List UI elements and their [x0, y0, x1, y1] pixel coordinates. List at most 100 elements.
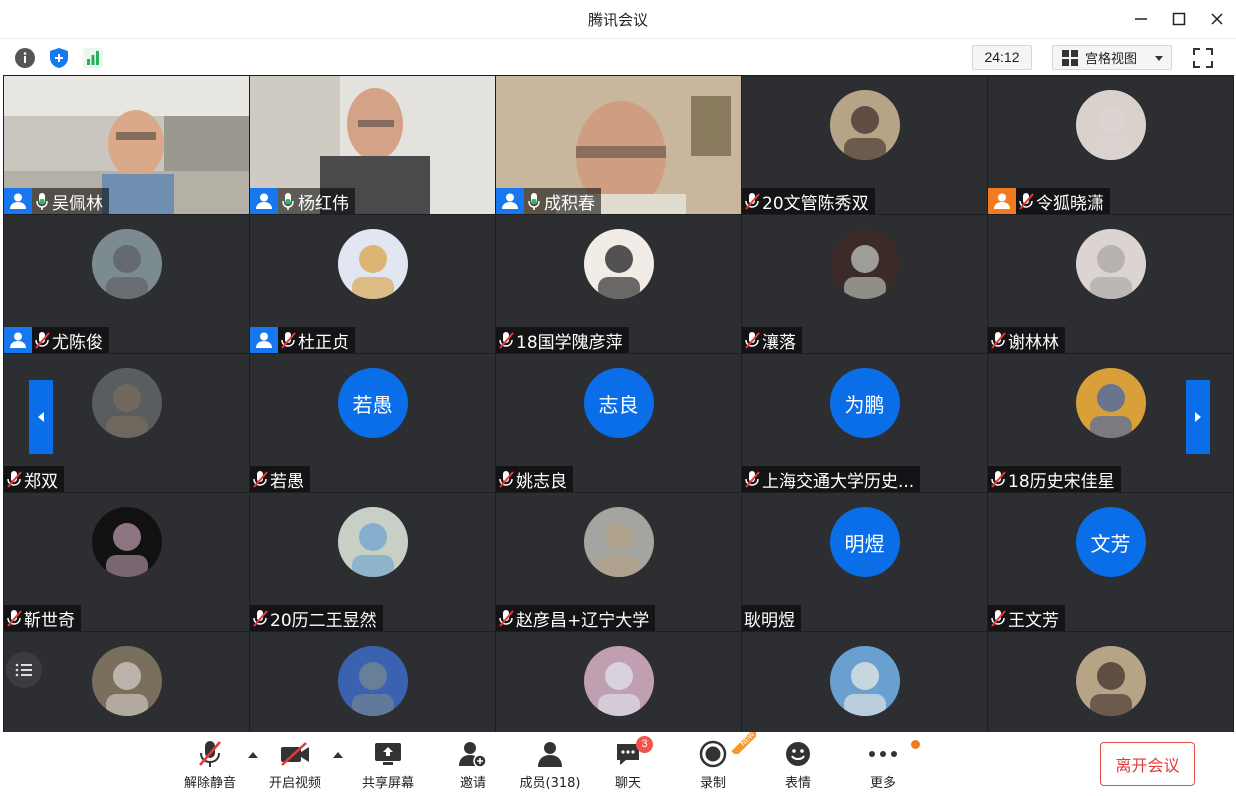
unmute-button[interactable]: 解除静音 — [174, 738, 246, 791]
participant-tile[interactable] — [496, 632, 741, 737]
chevron-left-icon — [38, 412, 44, 422]
avatar-image — [91, 368, 162, 438]
participant-tile[interactable]: 明煜 耿明煜 — [742, 493, 987, 631]
avatar: 若愚 — [337, 368, 408, 438]
mic-status — [32, 188, 52, 214]
mic-status — [32, 327, 52, 353]
add-user-icon — [459, 742, 487, 768]
view-selector[interactable]: 宫格视图 — [1052, 45, 1172, 70]
avatar — [91, 368, 162, 438]
participant-tile[interactable]: 吴佩林 — [4, 76, 249, 214]
avatar — [1075, 229, 1146, 299]
participant-name-bar: 靳世奇 — [4, 605, 81, 631]
unmute-label: 解除静音 — [183, 776, 236, 791]
leave-meeting-button[interactable]: 离开会议 — [1100, 742, 1195, 786]
avatar-image — [1075, 90, 1146, 160]
participant-name-bar: 王文芳 — [988, 605, 1065, 631]
mic-muted-icon — [7, 610, 22, 627]
participant-name-bar: 若愚 — [250, 466, 310, 492]
security-button[interactable] — [48, 47, 70, 69]
emoji-label: 表情 — [784, 776, 811, 791]
participant-tile[interactable] — [250, 632, 495, 737]
emoji-button[interactable]: 表情 — [762, 738, 834, 791]
participant-name: 上海交通大学历史... — [762, 471, 915, 492]
mic-muted-icon — [991, 332, 1006, 349]
participant-name-bar: 吴佩林 — [4, 188, 109, 214]
participant-tile[interactable]: 20历二王昱然 — [250, 493, 495, 631]
network-status-button[interactable] — [82, 47, 104, 69]
mic-status — [496, 327, 516, 353]
mic-muted-icon — [199, 741, 221, 767]
participant-tile[interactable]: 18国学隗彦萍 — [496, 215, 741, 353]
mic-status — [988, 327, 1008, 353]
meeting-timer: 24:12 — [972, 45, 1032, 70]
participant-name-bar: 谢林林 — [988, 327, 1065, 353]
info-button[interactable] — [14, 47, 36, 69]
mic-muted-icon — [35, 332, 50, 349]
participant-name-bar: 赵彦昌+辽宁大学 — [496, 605, 656, 631]
video-options-caret[interactable] — [333, 752, 343, 758]
members-button[interactable]: 成员(318) — [514, 738, 586, 791]
participant-tile[interactable]: 若愚 若愚 — [250, 354, 495, 492]
participant-tile[interactable]: 尤陈俊 — [4, 215, 249, 353]
participant-tile[interactable]: 赵彦昌+辽宁大学 — [496, 493, 741, 631]
close-button[interactable] — [1202, 6, 1232, 32]
mic-status — [742, 327, 762, 353]
close-icon — [1211, 13, 1223, 25]
participant-tile[interactable]: 靳世奇 — [4, 493, 249, 631]
invite-button[interactable]: 邀请 — [437, 738, 509, 791]
participant-name-bar: 成积春 — [496, 188, 601, 214]
minimize-button[interactable] — [1126, 6, 1156, 32]
mic-status — [278, 188, 298, 214]
participant-name-bar: 上海交通大学历史... — [742, 466, 921, 492]
participant-name: 令狐晓潇 — [1036, 193, 1104, 214]
audio-options-caret[interactable] — [248, 752, 258, 758]
mic-status — [742, 466, 762, 492]
fullscreen-button[interactable] — [1192, 47, 1214, 69]
avatar-image — [337, 229, 408, 299]
start-video-button[interactable]: 开启视频 — [259, 738, 331, 791]
participant-tile[interactable]: 谢林林 — [988, 215, 1233, 353]
chat-button[interactable]: 3 聊天 — [592, 736, 664, 791]
participant-tile[interactable]: 20文管陈秀双 — [742, 76, 987, 214]
participant-tile[interactable] — [4, 632, 249, 737]
avatar — [91, 646, 162, 716]
mic-muted-icon — [991, 610, 1006, 627]
avatar — [337, 507, 408, 577]
participant-tile[interactable]: 瀼落 — [742, 215, 987, 353]
more-label: 更多 — [869, 776, 896, 791]
avatar-image — [1075, 368, 1146, 438]
participant-tile[interactable]: 成积春 — [496, 76, 741, 214]
more-icon — [869, 751, 897, 757]
participant-name: 杜正贞 — [298, 332, 349, 353]
participant-name: 若愚 — [270, 471, 304, 492]
participant-tile[interactable]: 杜正贞 — [250, 215, 495, 353]
participant-tile[interactable]: 令狐晓潇 — [988, 76, 1233, 214]
participant-name: 尤陈俊 — [52, 332, 103, 353]
avatar — [583, 507, 654, 577]
participant-name-bar: 姚志良 — [496, 466, 573, 492]
participant-tile[interactable] — [742, 632, 987, 737]
new-feature-ribbon: NEW — [726, 732, 756, 754]
participant-tile[interactable] — [988, 632, 1233, 737]
participant-tile[interactable]: 为鹏 上海交通大学历史... — [742, 354, 987, 492]
participant-name: 王文芳 — [1008, 610, 1059, 631]
maximize-button[interactable] — [1164, 6, 1194, 32]
more-button[interactable]: 更多 — [847, 738, 920, 791]
members-icon — [538, 742, 562, 767]
window-title: 腾讯会议 — [587, 11, 648, 29]
new-feature-label: NEW — [731, 732, 756, 754]
participant-tile[interactable]: 志良 姚志良 — [496, 354, 741, 492]
participant-name-bar: 18历史宋佳星 — [988, 466, 1121, 492]
host-icon — [994, 193, 1010, 209]
avatar — [829, 229, 900, 299]
participant-name-bar: 20文管陈秀双 — [742, 188, 875, 214]
share-screen-button[interactable]: 共享屏幕 — [352, 738, 424, 791]
mic-muted-icon — [253, 610, 268, 627]
grid-view-icon — [1062, 49, 1078, 66]
prev-page-button[interactable] — [29, 380, 53, 454]
participant-list-toggle[interactable] — [6, 652, 42, 688]
next-page-button[interactable] — [1186, 380, 1210, 454]
participant-tile[interactable]: 文芳 王文芳 — [988, 493, 1233, 631]
participant-tile[interactable]: 杨红伟 — [250, 76, 495, 214]
